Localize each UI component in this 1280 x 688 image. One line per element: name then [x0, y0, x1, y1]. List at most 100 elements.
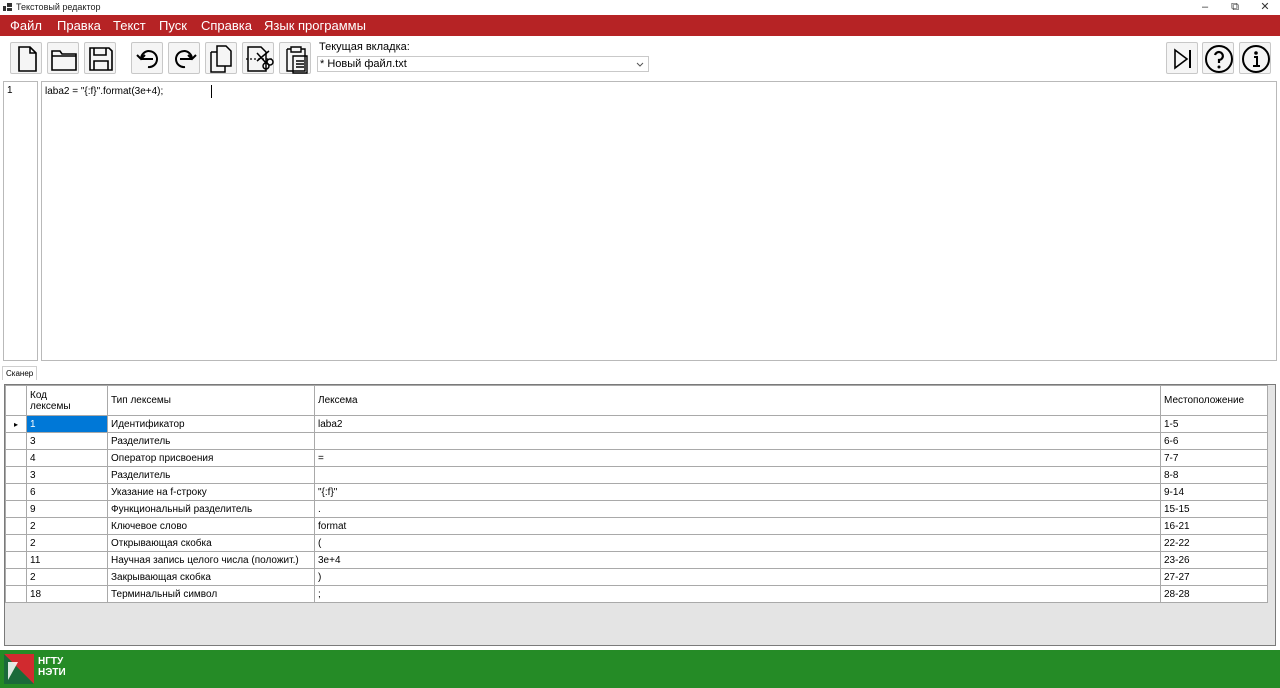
- cell-location[interactable]: 28-28: [1160, 585, 1268, 603]
- help-button[interactable]: [1202, 42, 1234, 74]
- row-header[interactable]: [5, 449, 27, 467]
- menu-edit[interactable]: Правка: [57, 18, 101, 33]
- cell-location[interactable]: 6-6: [1160, 432, 1268, 450]
- code-text: laba2 = "{:f}".format(3e+4);: [45, 86, 164, 97]
- table-row[interactable]: 18 Терминальный символ; 28-28: [5, 585, 1268, 603]
- table-row[interactable]: 11 Научная запись целого числа (положит.)…: [5, 551, 1268, 569]
- restore-button[interactable]: ⧉: [1220, 0, 1250, 15]
- current-tab-select[interactable]: * Новый файл.txt: [317, 56, 649, 72]
- table-row[interactable]: ▸ 1 Идентификатор laba2 1-5: [5, 415, 1268, 433]
- cell-code[interactable]: 3: [26, 466, 108, 484]
- cell-type[interactable]: Идентификатор: [107, 415, 315, 433]
- close-button[interactable]: ✕: [1250, 0, 1280, 15]
- cell-type[interactable]: Открывающая скобка: [107, 534, 315, 552]
- new-file-button[interactable]: [10, 42, 42, 74]
- row-header[interactable]: [5, 500, 27, 518]
- copy-button[interactable]: [205, 42, 237, 74]
- cell-lexeme[interactable]: format: [314, 517, 1161, 535]
- tab-scanner[interactable]: Сканер: [2, 366, 38, 380]
- cell-code[interactable]: 1: [26, 415, 108, 433]
- row-header[interactable]: ▸: [5, 415, 27, 433]
- column-header-location[interactable]: Местоположение: [1160, 385, 1268, 416]
- cell-type[interactable]: Разделитель: [107, 432, 315, 450]
- table-row[interactable]: 2 Закрывающая скобка) 27-27: [5, 568, 1268, 586]
- column-header-lexeme[interactable]: Лексема: [314, 385, 1161, 416]
- cell-type[interactable]: Функциональный разделитель: [107, 500, 315, 518]
- row-header[interactable]: [5, 466, 27, 484]
- cell-code[interactable]: 3: [26, 432, 108, 450]
- copy-icon: [210, 45, 232, 73]
- column-header-code[interactable]: Код лексемы: [26, 385, 108, 416]
- cell-code[interactable]: 2: [26, 534, 108, 552]
- row-header[interactable]: [5, 585, 27, 603]
- undo-button[interactable]: [131, 42, 163, 74]
- cell-location[interactable]: 22-22: [1160, 534, 1268, 552]
- menu-file[interactable]: Файл: [10, 18, 42, 33]
- menu-run[interactable]: Пуск: [159, 18, 187, 33]
- paste-button[interactable]: [279, 42, 311, 74]
- minimize-button[interactable]: –: [1190, 0, 1220, 15]
- row-header[interactable]: [5, 432, 27, 450]
- cell-type[interactable]: Указание на f-строку: [107, 483, 315, 501]
- cell-location[interactable]: 1-5: [1160, 415, 1268, 433]
- cell-lexeme[interactable]: "{:f}": [314, 483, 1161, 501]
- column-header-code-label: Код лексемы: [30, 389, 71, 412]
- row-header[interactable]: [5, 483, 27, 501]
- cell-location[interactable]: 15-15: [1160, 500, 1268, 518]
- column-header-type[interactable]: Тип лексемы: [107, 385, 315, 416]
- code-editor[interactable]: laba2 = "{:f}".format(3e+4);: [41, 81, 1277, 361]
- menu-language[interactable]: Язык программы: [264, 18, 366, 33]
- cell-lexeme[interactable]: 3e+4: [314, 551, 1161, 569]
- cell-type[interactable]: Оператор присвоения: [107, 449, 315, 467]
- row-header[interactable]: [5, 568, 27, 586]
- cell-type[interactable]: Закрывающая скобка: [107, 568, 315, 586]
- cell-lexeme[interactable]: [314, 466, 1161, 484]
- cell-lexeme[interactable]: (: [314, 534, 1161, 552]
- open-file-button[interactable]: [47, 42, 79, 74]
- cell-code[interactable]: 11: [26, 551, 108, 569]
- line-numbers: 1: [3, 81, 38, 361]
- cut-button[interactable]: [242, 42, 274, 74]
- cell-type[interactable]: Терминальный символ: [107, 585, 315, 603]
- redo-icon: [175, 50, 197, 69]
- cell-location[interactable]: 23-26: [1160, 551, 1268, 569]
- run-icon: [1174, 48, 1191, 70]
- cell-code[interactable]: 2: [26, 517, 108, 535]
- cell-location[interactable]: 9-14: [1160, 483, 1268, 501]
- redo-button[interactable]: [168, 42, 200, 74]
- cell-lexeme[interactable]: [314, 432, 1161, 450]
- table-row[interactable]: 6 Указание на f-строку "{:f}" 9-14: [5, 483, 1268, 501]
- cell-location[interactable]: 8-8: [1160, 466, 1268, 484]
- cell-lexeme[interactable]: ;: [314, 585, 1161, 603]
- table-row[interactable]: 2 Открывающая скобка(22-22: [5, 534, 1268, 552]
- cell-code[interactable]: 2: [26, 568, 108, 586]
- cell-lexeme[interactable]: =: [314, 449, 1161, 467]
- paste-icon: [286, 46, 308, 74]
- cell-type[interactable]: Разделитель: [107, 466, 315, 484]
- info-button[interactable]: [1239, 42, 1271, 74]
- cell-lexeme[interactable]: laba2: [314, 415, 1161, 433]
- cell-location[interactable]: 27-27: [1160, 568, 1268, 586]
- row-header[interactable]: [5, 551, 27, 569]
- cell-location[interactable]: 7-7: [1160, 449, 1268, 467]
- cell-code[interactable]: 9: [26, 500, 108, 518]
- cell-code[interactable]: 6: [26, 483, 108, 501]
- cell-type[interactable]: Ключевое слово: [107, 517, 315, 535]
- row-header[interactable]: [5, 534, 27, 552]
- cell-lexeme[interactable]: ): [314, 568, 1161, 586]
- menu-text[interactable]: Текст: [113, 18, 146, 33]
- cell-type[interactable]: Научная запись целого числа (положит.): [107, 551, 315, 569]
- table-row[interactable]: 9 Функциональный разделитель. 15-15: [5, 500, 1268, 518]
- menu-help[interactable]: Справка: [201, 18, 252, 33]
- table-row[interactable]: 3 Разделитель 6-6: [5, 432, 1268, 450]
- run-button[interactable]: [1166, 42, 1198, 74]
- table-row[interactable]: 3 Разделитель 8-8: [5, 466, 1268, 484]
- cell-code[interactable]: 18: [26, 585, 108, 603]
- cell-code[interactable]: 4: [26, 449, 108, 467]
- save-button[interactable]: [84, 42, 116, 74]
- cell-lexeme[interactable]: .: [314, 500, 1161, 518]
- table-row[interactable]: 4 Оператор присвоения = 7-7: [5, 449, 1268, 467]
- cell-location[interactable]: 16-21: [1160, 517, 1268, 535]
- row-header[interactable]: [5, 517, 27, 535]
- table-row[interactable]: 2 Ключевое слово format 16-21: [5, 517, 1268, 535]
